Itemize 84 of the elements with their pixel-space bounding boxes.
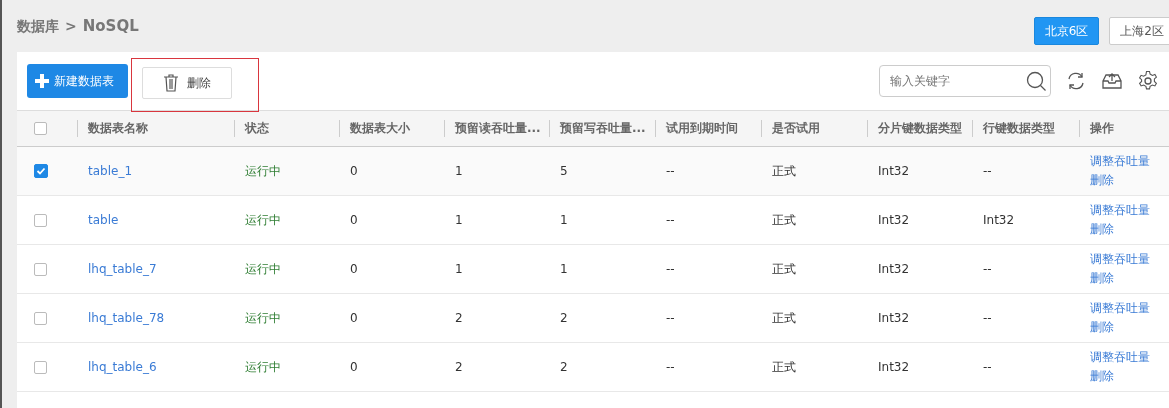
table-name-link[interactable]: table — [77, 213, 234, 227]
table-cell-text: 运行中 — [244, 162, 282, 180]
column-header: 行键数据类型 — [972, 120, 1079, 137]
delete-button[interactable]: 删除 — [142, 67, 232, 99]
checkbox[interactable] — [34, 360, 47, 374]
checkbox[interactable] — [34, 311, 47, 325]
table-cell-text: 1 — [559, 213, 569, 227]
table-cell-text: 1 — [454, 262, 464, 276]
check-icon — [36, 166, 46, 176]
table-cell-text: 0 — [349, 164, 359, 178]
table-cell-text: Int32 — [982, 213, 1016, 227]
table-name-link[interactable]: lhq_table_6 — [77, 360, 234, 374]
table-cell-text: 1 — [454, 164, 464, 178]
breadcrumb-separator: > — [65, 17, 77, 34]
column-header: 预留读吞吐量... — [444, 120, 549, 137]
table-cell-text: 1 — [454, 213, 464, 227]
table-cell-text: 0 — [349, 360, 359, 374]
table-cell-text: 正式 — [771, 211, 797, 229]
table-cell-text: 正式 — [771, 309, 797, 327]
checkbox[interactable] — [34, 122, 47, 135]
table-cell-text: 2 — [559, 360, 569, 374]
table-name-link[interactable]: lhq_table_7 — [77, 262, 234, 276]
checkbox[interactable] — [34, 164, 48, 178]
column-header: 数据表名称 — [77, 120, 234, 137]
table-cell-text: -- — [982, 262, 993, 276]
table-cell-text: -- — [665, 360, 676, 374]
column-header: 试用到期时间 — [655, 120, 761, 137]
table-cell-text: -- — [982, 164, 993, 178]
table-cell-text: 正式 — [771, 358, 797, 376]
table-cell-text: 2 — [454, 360, 464, 374]
table-name-link[interactable]: table_1 — [77, 164, 234, 178]
table-cell-text: 1 — [559, 262, 569, 276]
table-cell-text: 运行中 — [244, 309, 282, 327]
table-cell-text: 运行中 — [244, 358, 282, 376]
table-cell-text: 5 — [559, 164, 569, 178]
table-cell-text: Int32 — [877, 360, 911, 374]
column-header: 是否试用 — [761, 120, 867, 137]
table-cell-text: Int32 — [877, 213, 911, 227]
table-cell-text: 0 — [349, 213, 359, 227]
plus-icon — [35, 74, 49, 88]
table-cell-text: Int32 — [877, 164, 911, 178]
table-cell-text: 正式 — [771, 260, 797, 278]
column-header: 分片键数据类型 — [867, 120, 972, 137]
table-cell-text: 运行中 — [244, 260, 282, 278]
table-cell-text: 2 — [454, 311, 464, 325]
table-cell-text: -- — [982, 311, 993, 325]
action-link[interactable]: 删除 — [1090, 270, 1114, 287]
breadcrumb-parent[interactable]: 数据库 — [17, 17, 59, 36]
table-cell-text: Int32 — [877, 311, 911, 325]
column-header: 操作 — [1079, 120, 1169, 137]
table-cell-text: -- — [665, 262, 676, 276]
table-cell-text: 0 — [349, 262, 359, 276]
action-link[interactable]: 删除 — [1090, 319, 1114, 336]
checkbox[interactable] — [34, 213, 47, 227]
search-icon — [1025, 70, 1047, 92]
search-field[interactable]: 输入关键字 — [879, 65, 1051, 97]
settings-icon[interactable] — [1137, 70, 1159, 92]
table-cell-text: 运行中 — [244, 211, 282, 229]
action-link[interactable]: 调整吞吐量 — [1090, 349, 1150, 366]
create-table-button[interactable]: 新建数据表 — [27, 64, 128, 98]
table-cell-text: -- — [982, 360, 993, 374]
action-link[interactable]: 删除 — [1090, 172, 1114, 189]
table-cell-text: -- — [665, 213, 676, 227]
action-link[interactable]: 删除 — [1090, 221, 1114, 238]
region-tab[interactable]: 北京6区 — [1033, 17, 1100, 45]
action-link[interactable]: 删除 — [1090, 368, 1114, 385]
action-link[interactable]: 调整吞吐量 — [1090, 202, 1150, 219]
table-name-link[interactable]: lhq_table_78 — [77, 311, 234, 325]
table-cell-text: 正式 — [771, 162, 797, 180]
action-link[interactable]: 调整吞吐量 — [1090, 153, 1150, 170]
checkbox[interactable] — [34, 262, 47, 276]
table-cell-text: Int32 — [877, 262, 911, 276]
table-cell-text: -- — [665, 164, 676, 178]
action-link[interactable]: 调整吞吐量 — [1090, 251, 1150, 268]
table-cell-text: 0 — [349, 311, 359, 325]
action-link[interactable]: 调整吞吐量 — [1090, 300, 1150, 317]
breadcrumb-current: NoSQL — [82, 16, 139, 35]
column-header: 预留写吞吐量... — [549, 120, 655, 137]
table-cell-text: -- — [665, 311, 676, 325]
trash-icon — [163, 74, 179, 92]
column-header: 状态 — [234, 120, 339, 137]
column-header: 数据表大小 — [339, 120, 444, 137]
table-cell-text: 2 — [559, 311, 569, 325]
region-tab[interactable]: 上海2区 — [1109, 17, 1169, 45]
